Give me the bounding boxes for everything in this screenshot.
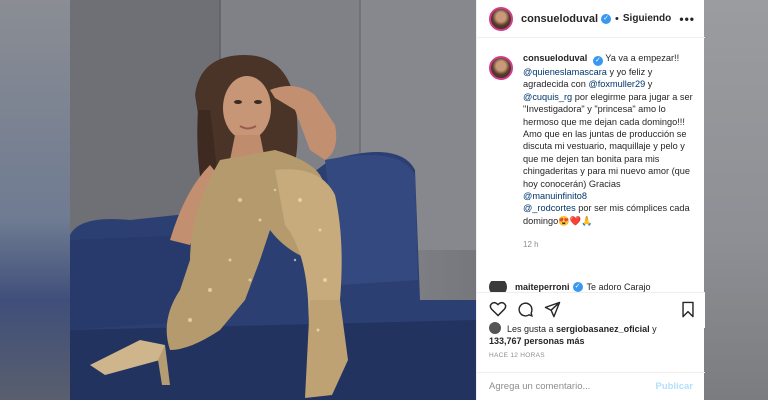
caption-text: consueloduval ✓ Ya va a empezar!! @quien… [523, 52, 695, 252]
caption-intro: Ya va a empezar!! [605, 53, 680, 63]
mention-link[interactable]: @cuquis_rg [523, 92, 572, 102]
mention-link[interactable]: @_rodcortes [523, 203, 576, 213]
caption-avatar[interactable] [489, 56, 513, 80]
blurred-background-right [704, 0, 768, 400]
comment-username[interactable]: maiteperroni [515, 282, 570, 292]
comment-icon[interactable] [517, 301, 534, 318]
posted-time: HACE 12 HORAS [489, 352, 545, 359]
separator-dot: • [615, 12, 619, 25]
bookmark-icon[interactable] [681, 301, 695, 318]
caption-username[interactable]: consueloduval [523, 53, 587, 63]
likes-prefix: Les gusta a [507, 324, 557, 334]
likes-username[interactable]: sergiobasanez_oficial [556, 324, 650, 334]
post-header: consueloduval ✓ • Siguiendo ••• [477, 0, 705, 38]
post-photo[interactable]: › [70, 0, 476, 400]
post-photo-illustration [70, 0, 476, 400]
comment-input[interactable] [489, 381, 656, 392]
post-caption: consueloduval ✓ Ya va a empezar!! @quien… [477, 52, 705, 252]
heart-icon[interactable] [489, 301, 507, 317]
verified-badge-icon: ✓ [592, 56, 603, 66]
verified-badge-icon: ✓ [601, 13, 612, 24]
likes-summary: Les gusta a sergiobasanez_oficial y 133,… [489, 322, 699, 347]
mention-link[interactable]: @manuinfinito8 [523, 191, 587, 201]
caption-part: y [645, 79, 653, 90]
likes-count[interactable]: 133,767 personas más [489, 336, 585, 346]
likes-suffix: y [649, 324, 657, 334]
follow-status-button[interactable]: Siguiendo [623, 13, 671, 24]
blurred-background-left [0, 0, 70, 400]
add-comment-bar: Publicar [477, 372, 705, 400]
more-options-icon[interactable]: ••• [679, 12, 695, 26]
comment-text: Te adoro Carajo [586, 282, 651, 292]
avatar[interactable] [489, 6, 513, 31]
verified-badge-icon: ✓ [572, 282, 583, 292]
liker-avatar[interactable] [489, 322, 501, 334]
caption-time: 12 h [523, 240, 539, 250]
mention-link[interactable]: @quieneslamascara [523, 67, 607, 77]
mention-link[interactable]: @foxmuller29 [588, 79, 645, 89]
header-username[interactable]: consueloduval [521, 13, 598, 25]
publish-button[interactable]: Publicar [656, 381, 694, 392]
share-icon[interactable] [544, 301, 561, 318]
caption-part: por elegirme para jugar a ser "Investiga… [523, 91, 693, 189]
post-side-panel: consueloduval ✓ • Siguiendo ••• consuelo… [476, 0, 705, 400]
